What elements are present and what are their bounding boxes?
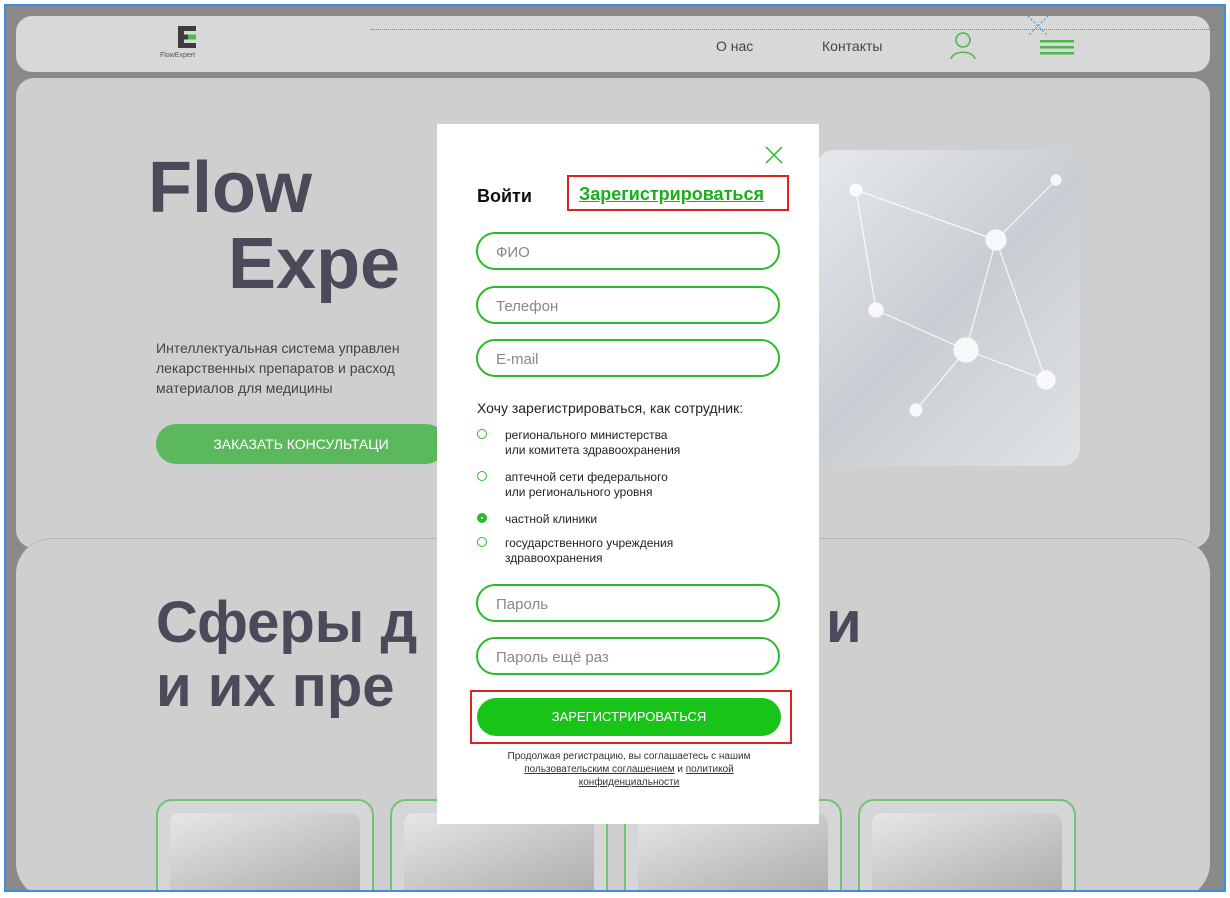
sphere-card[interactable] xyxy=(858,799,1076,890)
hero-doctor-image xyxy=(816,150,1080,466)
crosshair-icon xyxy=(1027,15,1049,37)
password-field[interactable] xyxy=(476,584,780,622)
password-repeat-input[interactable] xyxy=(494,639,758,675)
card-image xyxy=(404,813,594,890)
sphere-card[interactable] xyxy=(156,799,374,890)
radio-button[interactable] xyxy=(477,471,487,481)
register-submit-button[interactable]: ЗАРЕГИСТРИРОВАТЬСЯ xyxy=(477,698,781,736)
logo-mark-icon xyxy=(178,26,196,48)
registration-modal: Войти Зарегистрироваться Хочу зарегистри… xyxy=(437,124,819,824)
password-input[interactable] xyxy=(494,586,758,622)
role-option-state[interactable]: государственного учреждения здравоохране… xyxy=(477,536,765,566)
nav-about[interactable]: О нас xyxy=(716,38,753,54)
logo-text: FlowExpert xyxy=(160,52,196,59)
email-input[interactable] xyxy=(494,341,758,377)
phone-field[interactable] xyxy=(476,286,780,324)
network-graphic-icon xyxy=(849,174,1062,417)
role-option-private-clinic[interactable]: частной клиники xyxy=(477,512,765,527)
guide-line xyxy=(371,29,1224,30)
consultation-button[interactable]: ЗАКАЗАТЬ КОНСУЛЬТАЦИ xyxy=(156,424,446,464)
card-image xyxy=(170,813,360,890)
consent-text: Продолжая регистрацию, вы соглашаетесь с… xyxy=(477,750,781,789)
card-image xyxy=(638,813,828,890)
password-repeat-field[interactable] xyxy=(476,637,780,675)
tab-login[interactable]: Войти xyxy=(477,186,532,207)
nav-contacts[interactable]: Контакты xyxy=(822,38,882,54)
user-agreement-link[interactable]: пользовательским соглашением xyxy=(524,764,674,775)
roles-title: Хочу зарегистрироваться, как сотрудник: xyxy=(477,400,744,416)
tab-register[interactable]: Зарегистрироваться xyxy=(579,184,764,205)
hero-title: Flow Expe xyxy=(148,150,400,302)
role-option-ministry[interactable]: регионального министерства или комитета … xyxy=(477,428,765,458)
role-label: регионального министерства или комитета … xyxy=(505,428,681,457)
card-image xyxy=(872,813,1062,890)
radio-button[interactable] xyxy=(477,429,487,439)
role-label: частной клиники xyxy=(505,512,598,526)
hero-description: Интеллектуальная система управлен лекарс… xyxy=(156,340,400,396)
consent-prefix: Продолжая регистрацию, вы соглашаетесь с… xyxy=(507,751,751,762)
logo[interactable]: FlowExpert xyxy=(146,24,206,64)
role-label: государственного учреждения здравоохране… xyxy=(505,536,674,565)
user-icon[interactable] xyxy=(948,30,978,60)
section-title-line1: Сферы д xyxy=(156,590,418,655)
hero-title-line1: Flow xyxy=(148,148,312,228)
hamburger-menu-icon[interactable] xyxy=(1040,38,1074,56)
role-label: аптечной сети федерального или региональ… xyxy=(505,470,668,499)
radio-button[interactable] xyxy=(477,537,487,547)
section-title-tail: и xyxy=(826,590,862,655)
hero-title-line2: Expe xyxy=(228,224,401,304)
page-background: FlowExpert О нас Контакты Flow Expe Инте… xyxy=(6,6,1224,890)
role-option-pharmacy[interactable]: аптечной сети федерального или региональ… xyxy=(477,470,765,500)
consent-and: и xyxy=(677,764,683,775)
fio-field[interactable] xyxy=(476,232,780,270)
radio-button-selected[interactable] xyxy=(477,513,487,523)
email-field[interactable] xyxy=(476,339,780,377)
fio-input[interactable] xyxy=(494,234,758,270)
phone-input[interactable] xyxy=(494,288,758,324)
close-icon[interactable] xyxy=(765,146,783,164)
browser-frame: FlowExpert О нас Контакты Flow Expe Инте… xyxy=(4,4,1226,892)
